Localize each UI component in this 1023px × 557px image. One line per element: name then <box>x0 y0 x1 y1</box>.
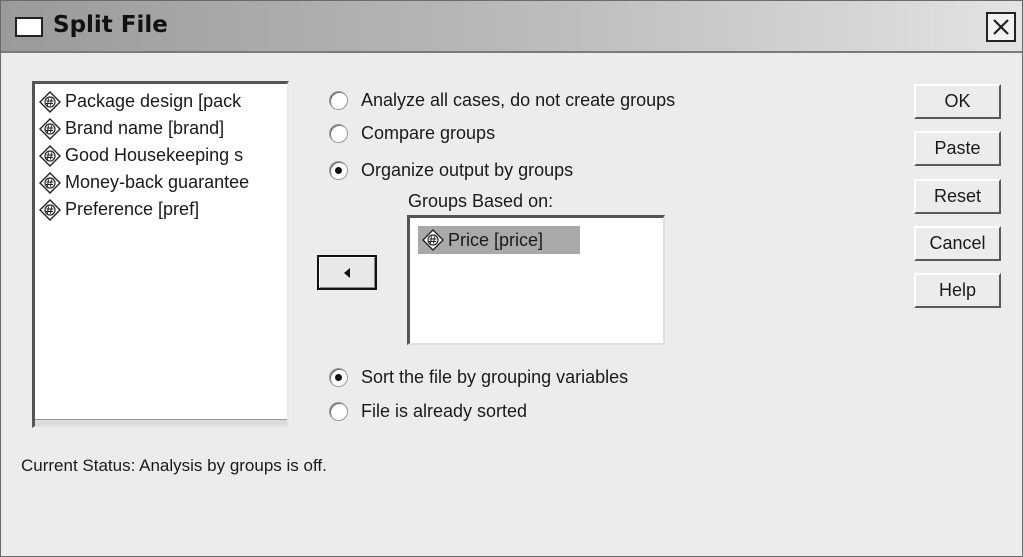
radio-button[interactable] <box>329 161 348 180</box>
reset-button[interactable]: Reset <box>914 179 1001 214</box>
dialog-title: Split File <box>53 12 168 38</box>
radio-label: Compare groups <box>361 123 496 143</box>
list-item[interactable]: Brand name [brand] <box>35 115 287 142</box>
close-icon <box>993 19 1009 35</box>
list-item[interactable]: Preference [pref] <box>35 196 287 223</box>
scale-variable-icon <box>39 90 61 113</box>
variable-label: Good Housekeeping s <box>65 145 244 165</box>
arrow-left-icon <box>344 267 350 278</box>
ok-button[interactable]: OK <box>914 84 1001 119</box>
radio-already-sorted[interactable]: File is already sorted <box>329 401 527 422</box>
radio-compare-groups[interactable]: Compare groups <box>329 123 495 144</box>
scale-variable-icon <box>39 144 61 167</box>
cancel-button[interactable]: Cancel <box>914 226 1001 261</box>
group-variable-label: Price [price] <box>448 229 544 250</box>
groups-based-on-list[interactable]: Price [price] <box>407 215 665 345</box>
radio-button[interactable] <box>329 368 348 387</box>
variable-label: Package design [pack <box>65 91 242 111</box>
help-button[interactable]: Help <box>914 273 1001 308</box>
window-icon <box>15 17 43 37</box>
variable-label: Money-back guarantee <box>65 172 250 192</box>
close-button[interactable] <box>986 12 1016 42</box>
horizontal-scrollbar[interactable] <box>35 419 287 426</box>
radio-button[interactable] <box>329 91 348 110</box>
list-item[interactable]: Money-back guarantee <box>35 169 287 196</box>
groups-based-on-label: Groups Based on: <box>408 191 554 211</box>
radio-button[interactable] <box>329 402 348 421</box>
variable-list[interactable]: Package design [pack Brand name [brand] … <box>32 81 289 428</box>
radio-organize-output[interactable]: Organize output by groups <box>329 160 573 181</box>
move-variable-button[interactable] <box>317 255 377 290</box>
current-status: Current Status: Analysis by groups is of… <box>21 456 327 475</box>
list-item[interactable]: Price [price] <box>418 226 580 254</box>
list-item[interactable]: Good Housekeeping s <box>35 142 287 169</box>
radio-label: Organize output by groups <box>361 160 574 180</box>
split-file-dialog: Split File Package design [pack Brand na… <box>0 0 1023 557</box>
radio-label: File is already sorted <box>361 401 528 421</box>
radio-button[interactable] <box>329 124 348 143</box>
scale-variable-icon <box>39 171 61 194</box>
list-item[interactable]: Package design [pack <box>35 88 287 115</box>
variable-label: Preference [pref] <box>65 199 200 219</box>
scale-variable-icon <box>422 229 444 251</box>
title-bar: Split File <box>1 1 1022 53</box>
radio-label: Analyze all cases, do not create groups <box>361 90 676 110</box>
radio-label: Sort the file by grouping variables <box>361 367 629 387</box>
variable-label: Brand name [brand] <box>65 118 225 138</box>
radio-sort-file[interactable]: Sort the file by grouping variables <box>329 367 628 388</box>
scale-variable-icon <box>39 198 61 221</box>
scale-variable-icon <box>39 117 61 140</box>
radio-analyze-all[interactable]: Analyze all cases, do not create groups <box>329 90 675 111</box>
paste-button[interactable]: Paste <box>914 131 1001 166</box>
